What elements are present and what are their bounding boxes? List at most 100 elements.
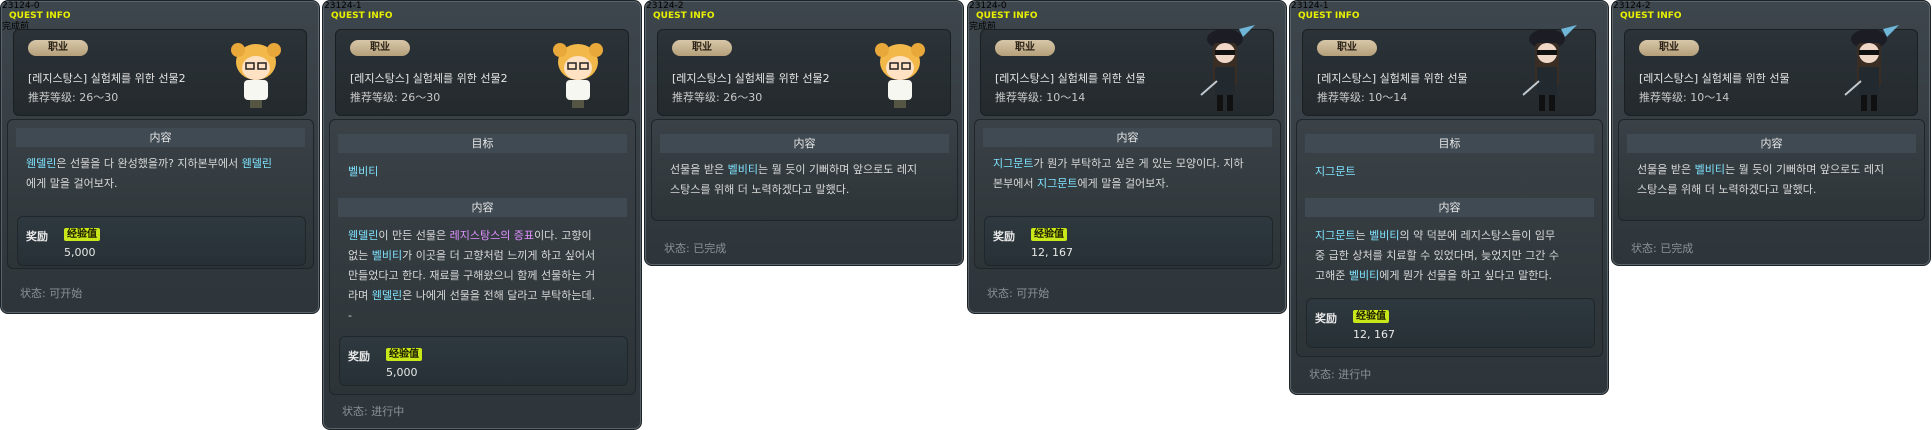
recommended-level: 推荐等级: 26～30: [672, 91, 763, 104]
npc-blonde-girl-icon: [553, 43, 603, 108]
quest-state: 状态: 进行中: [342, 403, 404, 419]
quest-title: [레지스탕스] 실험체를 위한 선물2: [350, 72, 508, 85]
quest-description: 지그문트가 뭔가 부탁하고 싶은 게 있는 모양이다. 지하 본부에서 지그문트…: [993, 154, 1268, 194]
quest-title: [레지스탕스] 실험체를 위한 선물: [1639, 72, 1790, 85]
desc-line: 지그문트가 뭔가 부탁하고 싶은 게 있는 모양이다. 지하: [993, 157, 1244, 170]
exp-value: 12, 167: [1031, 246, 1073, 259]
goal-section-header: 目标: [1305, 134, 1594, 153]
goal-section-header: 目标: [338, 134, 627, 153]
desc-line: 본부에서 지그문트에게 말을 걸어보자.: [993, 177, 1169, 190]
quest-id: 23124-1: [324, 1, 362, 11]
goal-target: 지그문트: [1315, 165, 1356, 178]
job-badge: 职业: [995, 40, 1055, 56]
desc-line: 지그문트는 벨비티의 약 덕분에 레지스탕스들이 임무: [1315, 229, 1556, 242]
quest-body: 内容 웬델린은 선물을 다 완성했을까? 지하본부에서 웬델린 에게 말을 걸어…: [7, 119, 314, 269]
desc-line: 스탕스를 위해 더 노력하겠다고 말했다.: [670, 183, 850, 196]
quest-title: [레지스탕스] 실험체를 위한 선물2: [28, 72, 186, 85]
quest-info-label: QUEST INFO: [976, 11, 1038, 21]
quest-info-label: QUEST INFO: [653, 11, 715, 21]
reward-box: 奖励 经验值 12, 167: [984, 216, 1273, 266]
exp-badge: 经验值: [64, 228, 100, 241]
reward-label: 奖励: [348, 350, 370, 363]
quest-body: 内容 선물을 받은 벨비티는 뭘 듯이 기뻐하며 앞으로도 레지 스탕스를 위해…: [651, 119, 958, 221]
quest-header: 23124-1 QUEST INFO: [322, 0, 642, 32]
quest-header: 23124-2 QUEST INFO: [644, 0, 964, 32]
reward-label: 奖励: [993, 230, 1015, 243]
recommended-level: 推荐等级: 10～14: [995, 91, 1086, 104]
desc-line: 웬델린이 만든 선물은 레지스탕스의 증표이다. 고향이: [348, 229, 592, 242]
content-section-header: 内容: [1627, 134, 1916, 153]
job-badge: 职业: [28, 40, 88, 56]
quest-info-label: QUEST INFO: [9, 11, 71, 21]
state-value: 已完成: [693, 242, 727, 255]
desc-line: 고해준 벨비티에게 뭔가 선물을 하고 싶다고 말한다.: [1315, 269, 1553, 282]
reward-box: 奖励 经验值 5,000: [17, 216, 306, 266]
quest-panel-2: 23124-1 QUEST INFO 职业 [레지스탕스] 실험체를 위한 선물…: [322, 0, 642, 430]
quest-summary-card: 职业 [레지스탕스] 실험체를 위한 선물2 推荐等级: 26～30: [13, 29, 307, 116]
quest-id: 23124-2: [646, 1, 684, 11]
exp-value: 5,000: [386, 366, 418, 379]
quest-id: 23124-2: [1613, 1, 1651, 11]
state-value: 可开始: [49, 287, 83, 300]
desc-line: 없는 벨비티가 이곳을 더 고향처럼 느끼게 하고 싶어서: [348, 249, 596, 262]
job-badge: 职业: [1639, 40, 1699, 56]
quest-body: 目标 벨비티 内容 웬델린이 만든 선물은 레지스탕스의 증표이다. 고향이 없…: [329, 119, 636, 395]
content-section-header: 内容: [338, 198, 627, 217]
state-value: 可开始: [1016, 287, 1050, 300]
recommended-level: 推荐等级: 26～30: [350, 91, 441, 104]
npc-masked-man-icon: [1522, 25, 1577, 111]
quest-panel-3: 23124-2 QUEST INFO 职业 [레지스탕스] 실험체를 위한 선물…: [644, 0, 964, 266]
quest-panel-1: 23124-0 QUEST INFO 完成前 职业 [레지스탕스] 실험체를 위…: [0, 0, 320, 314]
recommended-level: 推荐等级: 10～14: [1317, 91, 1408, 104]
quest-body: 目标 지그문트 内容 지그문트는 벨비티의 약 덕분에 레지스탕스들이 임무 중…: [1296, 119, 1603, 357]
content-section-header: 内容: [660, 134, 949, 153]
state-label: 状态:: [1631, 242, 1661, 255]
state-label: 状态:: [1309, 368, 1339, 381]
reward-label: 奖励: [1315, 312, 1337, 325]
desc-line: 라며 웬델린은 나에게 선물을 전해 달라고 부탁하는데.: [348, 289, 596, 302]
quest-state: 状态: 进行中: [1309, 366, 1371, 382]
quest-summary-card: 职业 [레지스탕스] 실험체를 위한 선물 推荐等级: 10～14: [1302, 25, 1596, 116]
desc-line: 만들었다고 한다. 재료를 구해왔으니 함께 선물하는 거: [348, 269, 596, 282]
quest-summary-card: 职业 [레지스탕스] 실험체를 위한 선물2 推荐等级: 26～30: [657, 29, 951, 116]
recommended-level: 推荐等级: 10～14: [1639, 91, 1730, 104]
quest-state: 状态: 已完成: [664, 240, 726, 256]
quest-info-label: QUEST INFO: [1620, 11, 1682, 21]
quest-state: 状态: 可开始: [987, 285, 1049, 301]
quest-header: 23124-0 QUEST INFO 完成前: [0, 0, 320, 32]
job-badge: 职业: [672, 40, 732, 56]
quest-summary-card: 职业 [레지스탕스] 실험체를 위한 선물2 推荐等级: 26～30: [335, 29, 629, 116]
quest-body: 内容 선물을 받은 벨비티는 뭘 듯이 기뻐하며 앞으로도 레지 스탕스를 위해…: [1618, 119, 1925, 221]
desc-line: -: [348, 309, 352, 322]
content-section-header: 内容: [1305, 198, 1594, 217]
desc-line: 웬델린은 선물을 다 완성했을까? 지하본부에서 웬델린: [26, 157, 272, 170]
state-label: 状态:: [987, 287, 1017, 300]
quest-title: [레지스탕스] 실험체를 위한 선물2: [672, 72, 830, 85]
quest-title: [레지스탕스] 실험체를 위한 선물: [1317, 72, 1468, 85]
exp-badge: 经验值: [1031, 228, 1067, 241]
quest-title: [레지스탕스] 실험체를 위한 선물: [995, 72, 1146, 85]
job-badge: 职业: [350, 40, 410, 56]
reward-label: 奖励: [26, 230, 48, 243]
quest-panel-4: 23124-0 QUEST INFO 完成前 职业 [레지스탕스] 실험체를 위…: [967, 0, 1287, 314]
quest-description: 웬델린은 선물을 다 완성했을까? 지하본부에서 웬델린 에게 말을 걸어보자.: [26, 154, 301, 194]
exp-badge: 经验值: [386, 348, 422, 361]
quest-panel-6: 23124-2 QUEST INFO 职业 [레지스탕스] 실험체를 위한 선물…: [1611, 0, 1931, 266]
desc-line: 에게 말을 걸어보자.: [26, 177, 118, 190]
state-value: 进行中: [1338, 368, 1372, 381]
exp-badge: 经验值: [1353, 310, 1389, 323]
state-value: 进行中: [371, 405, 405, 418]
desc-line: 스탕스를 위해 더 노력하겠다고 말했다.: [1637, 183, 1817, 196]
npc-masked-man-icon: [1844, 25, 1899, 111]
quest-body: 内容 지그문트가 뭔가 부탁하고 싶은 게 있는 모양이다. 지하 본부에서 지…: [974, 119, 1281, 269]
quest-id: 23124-0: [969, 1, 1007, 11]
quest-summary-card: 职业 [레지스탕스] 실험체를 위한 선물 推荐等级: 10～14: [980, 25, 1274, 116]
desc-line: 중 급한 상처를 치료할 수 있었다며, 늦었지만 그간 수: [1315, 249, 1559, 262]
job-badge: 职业: [1317, 40, 1377, 56]
npc-blonde-girl-icon: [875, 43, 925, 108]
quest-id: 23124-0: [2, 1, 40, 11]
state-value: 已完成: [1660, 242, 1694, 255]
npc-masked-man-icon: [1200, 25, 1255, 111]
quest-description: 웬델린이 만든 선물은 레지스탕스의 증표이다. 고향이 없는 벨비티가 이곳을…: [348, 226, 623, 326]
goal-target: 벨비티: [348, 165, 379, 178]
